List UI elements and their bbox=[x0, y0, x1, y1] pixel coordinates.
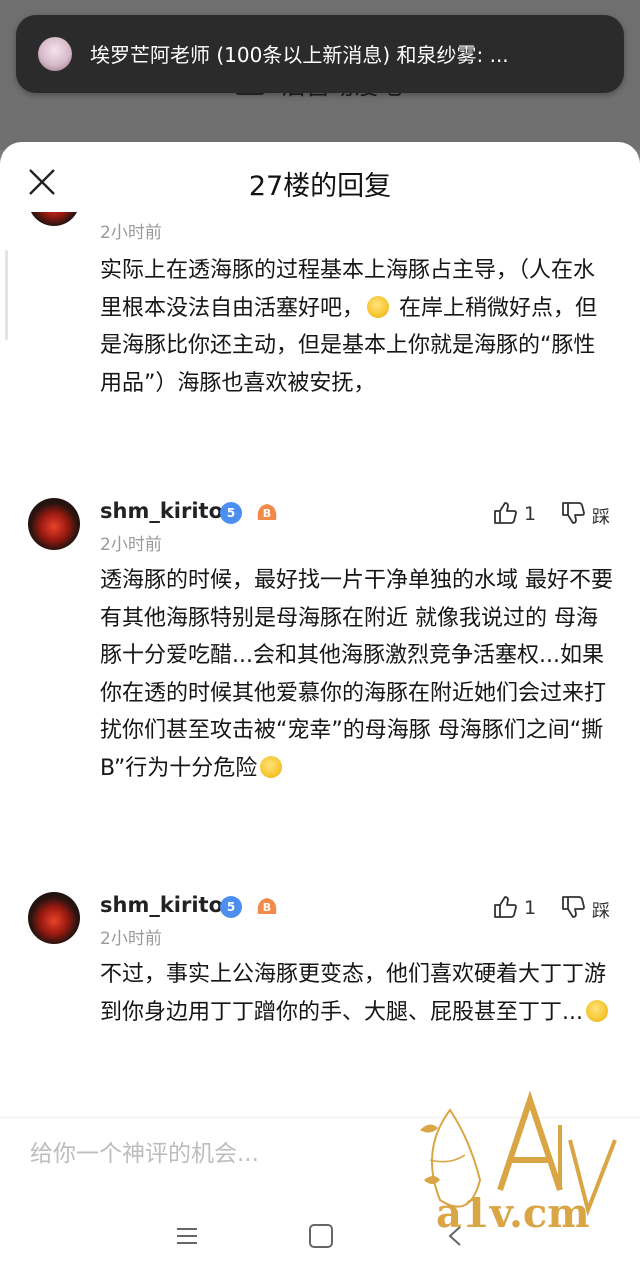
dislike-button[interactable]: 踩 bbox=[560, 500, 620, 530]
username[interactable]: shm_kirito bbox=[100, 499, 223, 523]
reply-list[interactable]: 2小时前 实际上在透海豚的过程基本上海豚占主导，（人在水里根本没法自由活塞好吧，… bbox=[0, 212, 640, 1092]
sheet-title: 27楼的回复 bbox=[248, 171, 392, 202]
reply-item: shm_kirito 5 B 1 踩 2小时前 透海豚的时候，最好找一片干净单独… bbox=[0, 498, 640, 858]
avatar[interactable] bbox=[28, 498, 80, 550]
sweat-emoji-icon bbox=[260, 755, 283, 778]
notification-text: 埃罗芒阿老师 (100条以上新消息) 和泉纱雾: ... bbox=[90, 43, 509, 67]
menu-icon[interactable] bbox=[176, 1227, 198, 1245]
thumbs-up-icon bbox=[494, 896, 517, 918]
reply-item: shm_kirito 5 B 1 踩 2小时前 不过，事实上公海豚更变态，他们喜… bbox=[0, 892, 640, 1092]
watermark-site: a1v.cm bbox=[436, 1190, 590, 1237]
comment-bar bbox=[0, 1117, 640, 1195]
member-badge-icon: B bbox=[257, 898, 277, 914]
like-count: 1 bbox=[524, 503, 537, 525]
reply-sheet: 27楼的回复 2小时前 实际上在透海豚的过程基本上海豚占主导，（人在水里根本没法… bbox=[0, 142, 640, 1195]
thumbs-up-icon bbox=[494, 502, 517, 524]
notification-banner[interactable]: 埃罗芒阿老师 (100条以上新消息) 和泉纱雾: ... bbox=[16, 15, 624, 93]
reply-text: 不过，事实上公海豚更变态，他们喜欢硬着大丁丁游到你身边用丁丁蹭你的手、大腿、屁股… bbox=[100, 962, 608, 1025]
home-icon[interactable] bbox=[309, 1224, 333, 1248]
reply-text: 透海豚的时候，最好找一片干净单独的水域 最好不要有其他海豚特别是母海豚在附近 就… bbox=[100, 568, 613, 781]
reply-item: 2小时前 实际上在透海豚的过程基本上海豚占主导，（人在水里根本没法自由活塞好吧，… bbox=[0, 212, 640, 502]
thumbs-down-icon bbox=[562, 502, 585, 524]
like-button[interactable]: 1 bbox=[492, 500, 552, 530]
reply-time: 2小时前 bbox=[100, 535, 162, 555]
member-badge-icon: B bbox=[257, 504, 277, 520]
reply-time: 2小时前 bbox=[100, 929, 162, 949]
reply-text: 实际上在透海豚的过程基本上海豚占主导，（人在水里根本没法自由活塞好吧， 在岸上稍… bbox=[100, 258, 598, 396]
like-button[interactable]: 1 bbox=[492, 894, 552, 924]
dislike-label: 踩 bbox=[592, 901, 610, 922]
thinking-emoji-icon bbox=[367, 295, 390, 318]
level-badge: 5 bbox=[220, 896, 242, 918]
svg-text:B: B bbox=[263, 507, 271, 520]
comment-input[interactable] bbox=[30, 1136, 450, 1172]
reply-time: 2小时前 bbox=[100, 223, 162, 243]
sheet-header: 27楼的回复 bbox=[0, 142, 640, 220]
dislike-label: 踩 bbox=[592, 507, 610, 528]
dislike-button[interactable]: 踩 bbox=[560, 894, 620, 924]
thumbs-down-icon bbox=[562, 896, 585, 918]
smirk-emoji-icon bbox=[585, 999, 608, 1022]
svg-text:B: B bbox=[263, 901, 271, 914]
username[interactable]: shm_kirito bbox=[100, 893, 223, 917]
avatar[interactable] bbox=[28, 892, 80, 944]
level-badge: 5 bbox=[220, 502, 242, 524]
like-count: 1 bbox=[524, 897, 537, 919]
notification-avatar bbox=[38, 37, 72, 71]
avatar[interactable] bbox=[28, 212, 80, 226]
